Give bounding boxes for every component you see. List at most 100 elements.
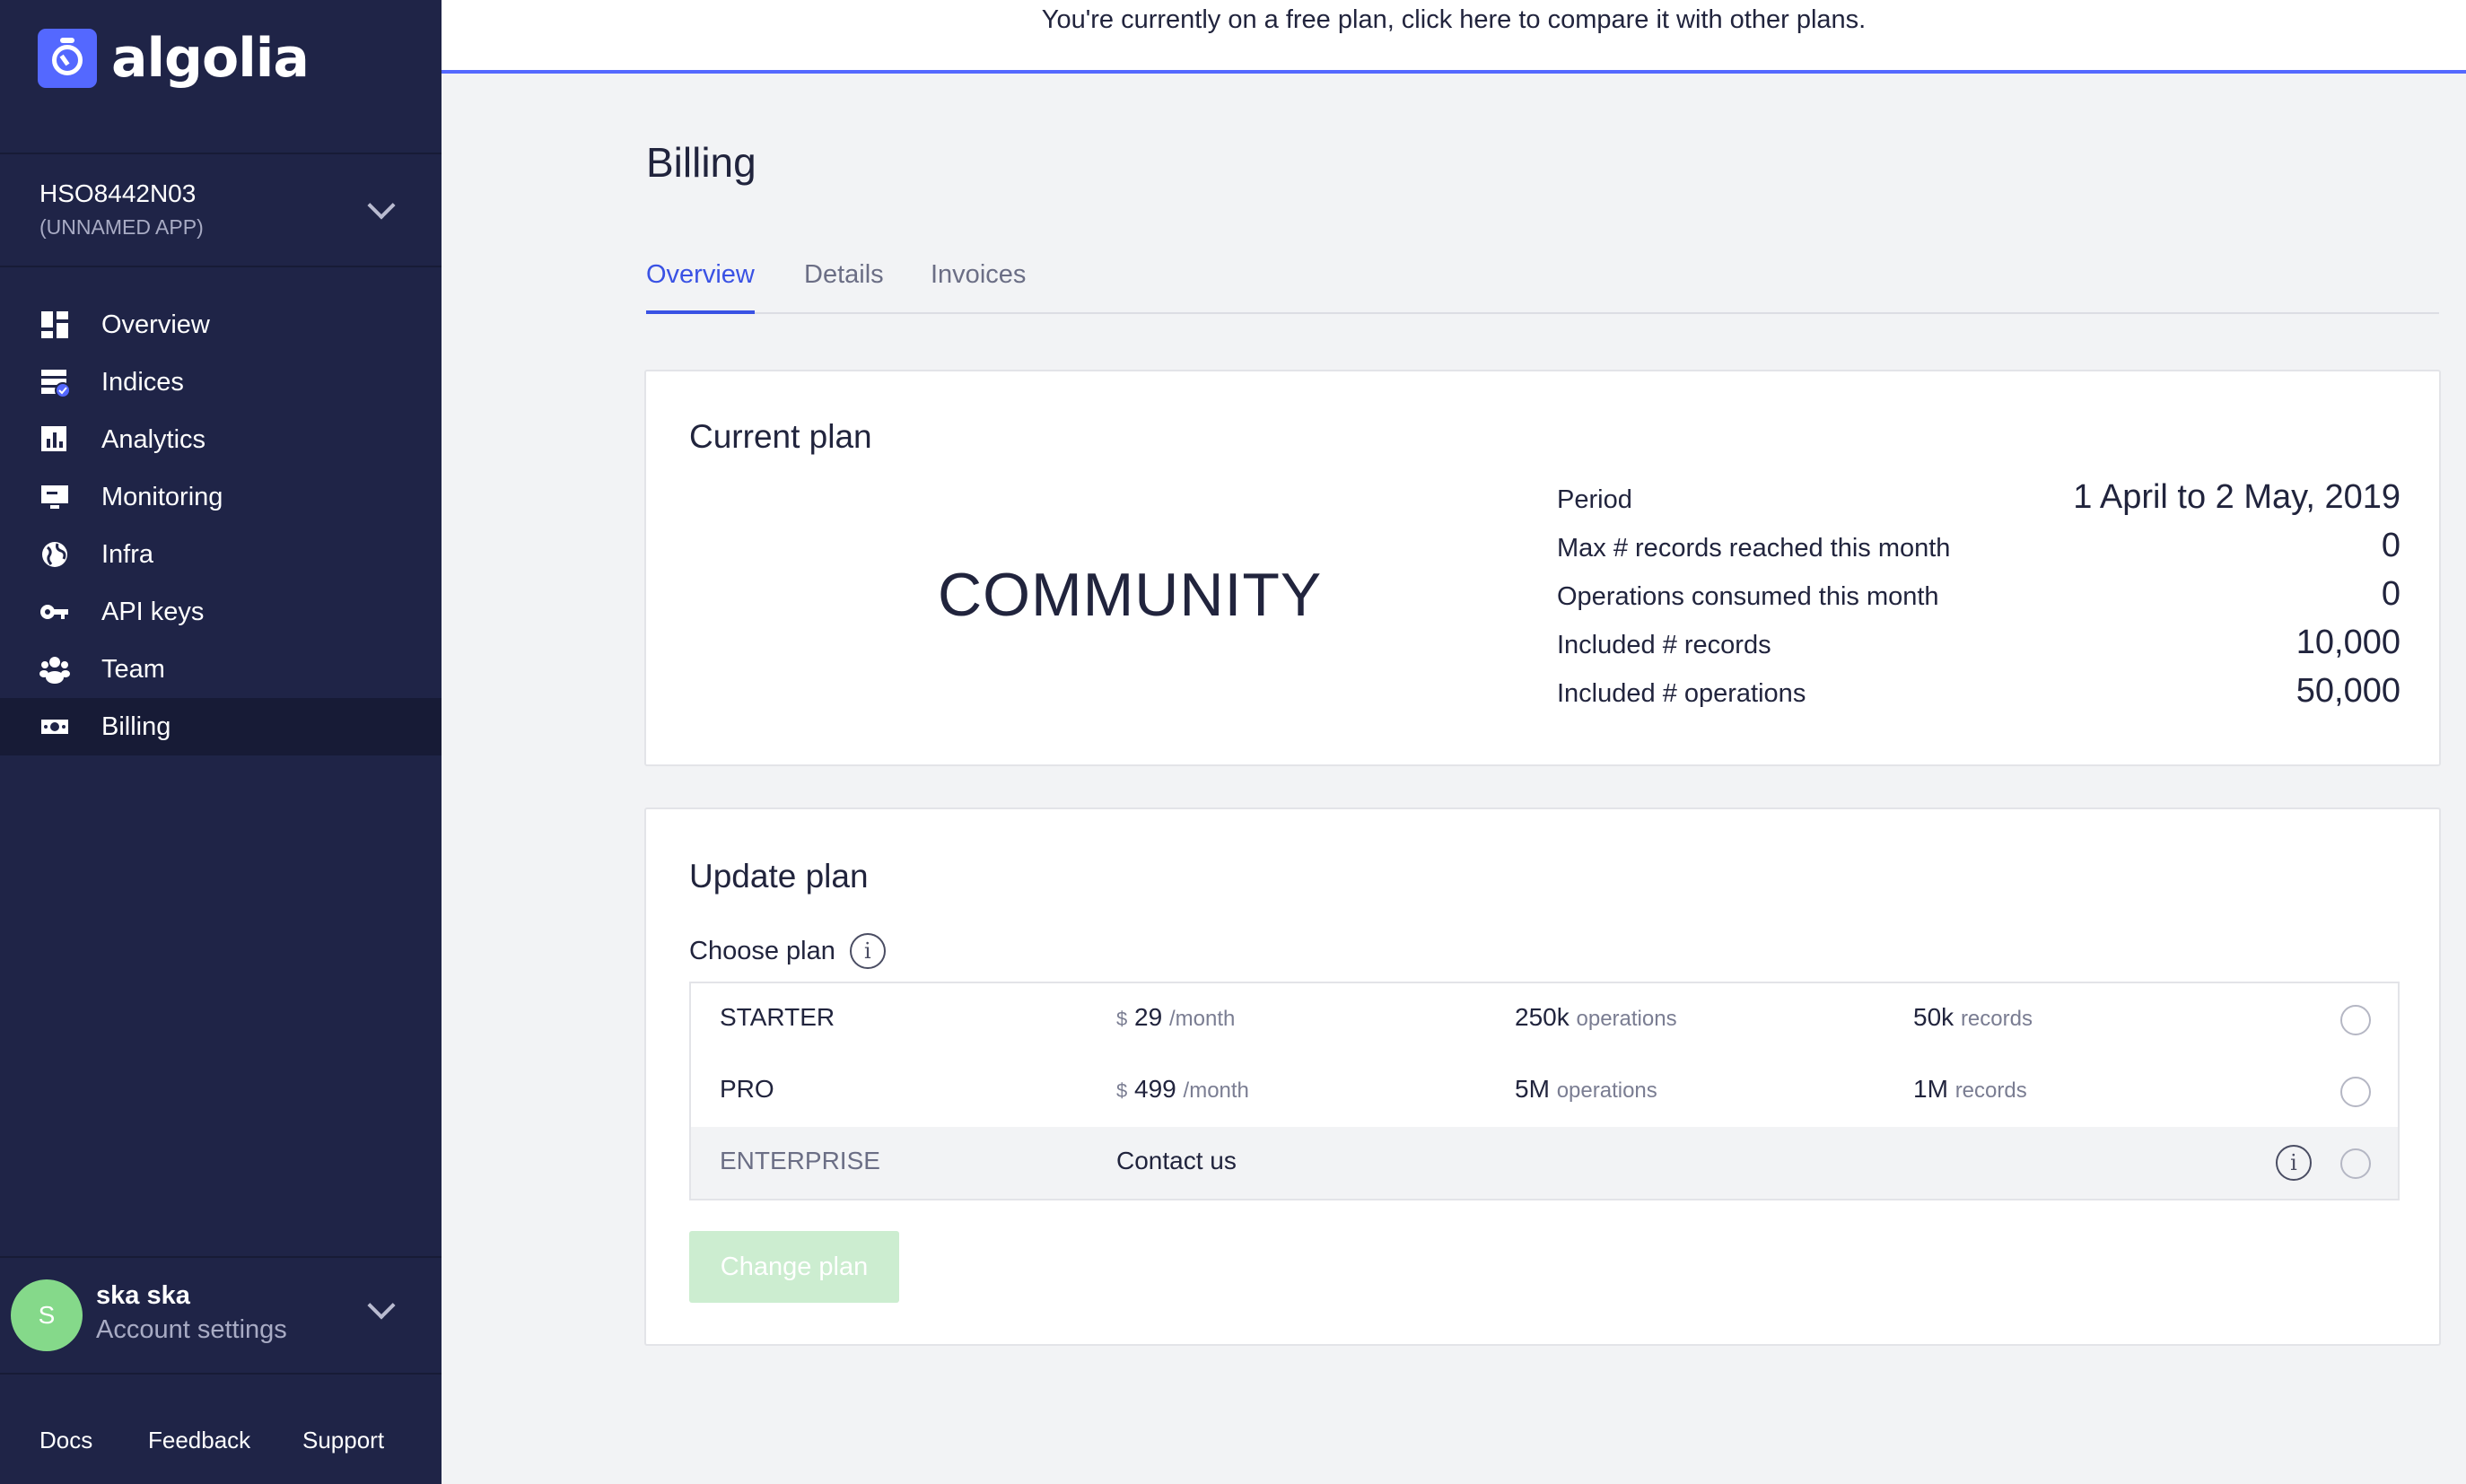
stat-operations-consumed: Operations consumed this month 0 [1557, 572, 2400, 617]
dashboard-icon [39, 310, 70, 340]
indices-icon [39, 367, 71, 398]
account-menu[interactable]: S ska ska Account settings [0, 1258, 442, 1373]
plan-operations: 5M operations [1515, 1075, 1657, 1104]
plan-option-pro[interactable]: PRO $ 499 /month 5M operations 1M record… [691, 1055, 2398, 1127]
stat-label: Period [1557, 485, 1632, 514]
sidebar-item-monitoring[interactable]: Monitoring [0, 468, 442, 526]
choose-plan-text: Choose plan [689, 936, 835, 965]
plan-option-starter[interactable]: STARTER $ 29 /month 250k operations 50k … [691, 983, 2398, 1055]
money-icon [39, 711, 70, 742]
sidebar-item-label: Team [101, 654, 165, 684]
plan-radio[interactable] [2340, 1148, 2371, 1179]
stat-label: Operations consumed this month [1557, 582, 1939, 611]
sidebar-item-label: Infra [101, 539, 154, 569]
stat-label: Max # records reached this month [1557, 534, 1951, 563]
sidebar-nav: Overview Indices Analytics Monitoring In… [0, 296, 442, 755]
sidebar-item-indices[interactable]: Indices [0, 354, 442, 411]
plan-records: 50k records [1913, 1003, 2033, 1032]
stat-value: 10,000 [2295, 624, 2400, 661]
sidebar: algolia HSO8442N03 (UNNAMED APP) Overvie… [0, 0, 442, 1484]
price-value: 499 [1134, 1075, 1176, 1103]
plan-name: PRO [720, 1075, 774, 1103]
choose-plan-label: Choose plan i [689, 933, 886, 969]
contact-us: Contact us [1116, 1147, 1237, 1174]
plan-operations: 250k operations [1515, 1003, 1677, 1032]
monitor-icon [39, 482, 70, 512]
currency: $ [1116, 1079, 1128, 1102]
current-plan-title: Current plan [689, 418, 872, 455]
divider [0, 1373, 442, 1375]
bar-chart-icon [39, 424, 70, 455]
stat-included-operations: Included # operations 50,000 [1557, 669, 2400, 714]
plan-list: STARTER $ 29 /month 250k operations 50k … [689, 982, 2400, 1200]
ops-unit: operations [1576, 1007, 1677, 1031]
plan-option-enterprise[interactable]: ENTERPRISE Contact us i [691, 1127, 2398, 1199]
sidebar-item-infra[interactable]: Infra [0, 526, 442, 583]
sidebar-item-label: Overview [101, 310, 210, 339]
sidebar-item-billing[interactable]: Billing [0, 698, 442, 755]
records-value: 50k [1913, 1003, 1954, 1031]
algolia-logo[interactable]: algolia [38, 27, 310, 90]
stopwatch-icon [38, 29, 97, 88]
stat-included-records: Included # records 10,000 [1557, 621, 2400, 666]
page-title: Billing [646, 139, 756, 186]
sidebar-item-label: Monitoring [101, 482, 223, 511]
support-link[interactable]: Support [302, 1427, 384, 1454]
currency: $ [1116, 1008, 1128, 1030]
ops-unit: operations [1556, 1078, 1657, 1103]
globe-icon [39, 539, 70, 570]
stat-label: Included # operations [1557, 679, 1806, 708]
current-plan-name: COMMUNITY [938, 561, 1323, 629]
ops-value: 5M [1515, 1075, 1550, 1103]
free-plan-banner[interactable]: You're currently on a free plan, click h… [442, 0, 2466, 74]
feedback-link[interactable]: Feedback [148, 1427, 250, 1454]
tab-invoices[interactable]: Invoices [931, 260, 1026, 314]
sidebar-item-api-keys[interactable]: API keys [0, 583, 442, 641]
app-id: HSO8442N03 [39, 179, 197, 207]
sidebar-item-label: Indices [101, 367, 184, 397]
price-value: 29 [1134, 1003, 1163, 1031]
plan-name: STARTER [720, 1003, 835, 1031]
app-name: (UNNAMED APP) [39, 215, 204, 239]
current-plan-card: Current plan COMMUNITY Period 1 April to… [644, 370, 2441, 766]
sidebar-item-team[interactable]: Team [0, 641, 442, 698]
stat-value: 0 [2381, 575, 2400, 613]
update-plan-card: Update plan Choose plan i STARTER $ 29 /… [644, 807, 2441, 1346]
records-unit: records [1960, 1007, 2033, 1031]
chevron-down-icon [367, 191, 396, 220]
stat-value: 1 April to 2 May, 2019 [2073, 478, 2400, 516]
account-name: ska ska [96, 1281, 190, 1310]
records-value: 1M [1913, 1075, 1948, 1103]
tab-overview[interactable]: Overview [646, 260, 755, 314]
account-settings-label: Account settings [96, 1315, 287, 1344]
docs-link[interactable]: Docs [39, 1427, 92, 1454]
banner-text: You're currently on a free plan, click h… [1041, 5, 1867, 34]
stat-value: 0 [2381, 527, 2400, 564]
info-icon[interactable]: i [849, 933, 886, 969]
ops-value: 250k [1515, 1003, 1570, 1031]
sidebar-item-label: API keys [101, 597, 205, 626]
plan-records: 1M records [1913, 1075, 2027, 1104]
plan-radio[interactable] [2340, 1005, 2371, 1035]
divider [0, 266, 442, 267]
sidebar-item-label: Analytics [101, 424, 206, 454]
change-plan-button[interactable]: Change plan [689, 1231, 899, 1303]
app-switcher[interactable]: HSO8442N03 (UNNAMED APP) [0, 154, 442, 266]
info-icon[interactable]: i [2276, 1145, 2312, 1181]
plan-radio[interactable] [2340, 1077, 2371, 1107]
stat-value: 50,000 [2295, 672, 2400, 710]
key-icon [39, 597, 70, 627]
team-icon [39, 654, 70, 685]
plan-price: $ 29 /month [1116, 1003, 1235, 1032]
plan-name: ENTERPRISE [720, 1147, 880, 1174]
sidebar-item-overview[interactable]: Overview [0, 296, 442, 354]
tab-details[interactable]: Details [804, 260, 884, 314]
avatar: S [11, 1279, 83, 1351]
stat-max-records: Max # records reached this month 0 [1557, 524, 2400, 569]
records-unit: records [1954, 1078, 2027, 1103]
plan-price: $ 499 /month [1116, 1075, 1249, 1104]
stat-label: Included # records [1557, 631, 1771, 659]
sidebar-item-analytics[interactable]: Analytics [0, 411, 442, 468]
update-plan-title: Update plan [689, 858, 869, 895]
price-period: /month [1168, 1007, 1236, 1031]
